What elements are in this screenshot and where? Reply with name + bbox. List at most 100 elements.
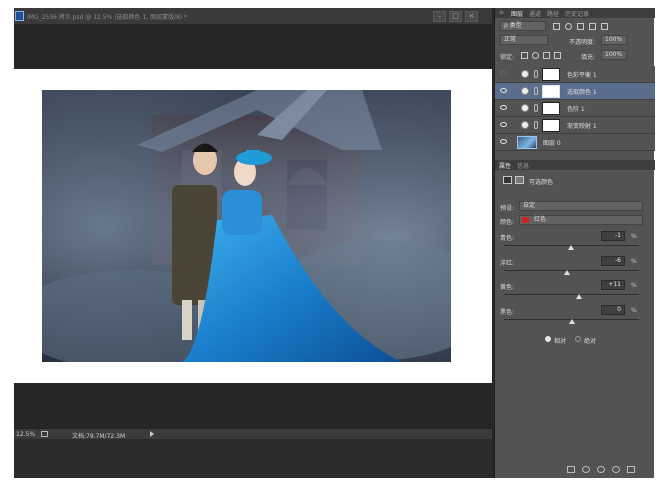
adjustment-layer-icon [521,70,529,78]
visibility-eye-icon[interactable] [500,105,507,110]
tab-info[interactable]: 信息 [517,161,529,170]
yellow-slider-track[interactable] [504,294,639,295]
reset-icon[interactable] [597,466,605,473]
wedding-photo [42,90,451,362]
trash-icon[interactable] [627,466,635,473]
document-tab[interactable]: IMG_2536 拷贝.psd @ 12.5% (选取颜色 1, 图层蒙版/8)… [14,8,492,25]
layer-mask-thumbnail[interactable] [542,68,560,81]
layer-name: 色彩平衡 1 [567,72,597,79]
cyan-slider-thumb[interactable] [567,245,574,250]
layer-name: 色阶 1 [567,106,585,113]
document-title: IMG_2536 拷贝.psd @ 12.5% (选取颜色 1, 图层蒙版/8)… [27,14,188,21]
layer-mask-thumbnail[interactable] [542,85,560,98]
export-icon[interactable] [41,431,48,437]
yellow-percent: % [631,282,637,289]
layer-row[interactable]: 色彩平衡 1 [495,66,655,83]
photoshop-window: IMG_2536 拷贝.psd @ 12.5% (选取颜色 1, 图层蒙版/8)… [14,8,655,478]
opacity-input[interactable]: 100% [601,35,627,45]
cyan-percent: % [631,233,637,240]
layer-name: 选取颜色 1 [567,89,597,96]
adjustment-layer-icon [521,104,529,112]
filter-smart-object-icon[interactable] [601,23,608,30]
colors-value: 红色 [534,216,547,223]
cyan-value-input[interactable]: -1 [601,231,625,241]
visibility-eye-icon[interactable] [500,122,507,127]
cyan-label: 青色: [500,235,515,242]
blend-mode-select[interactable]: 正常 [500,35,548,45]
toggle-visibility-icon[interactable] [612,466,620,473]
view-previous-icon[interactable] [582,466,590,473]
black-label: 黑色: [500,309,515,316]
magenta-percent: % [631,258,637,265]
properties-title: 可选颜色 [529,179,554,186]
visibility-eye-icon[interactable] [500,139,507,144]
magenta-slider-track[interactable] [504,270,639,271]
yellow-slider-thumb[interactable] [575,294,582,299]
absolute-label[interactable]: 绝对 [584,336,596,345]
lock-all-icon[interactable] [554,52,561,59]
layer-row[interactable]: 图层 0 [495,134,655,151]
colors-select[interactable]: 红色 [519,215,643,225]
mask-link-icon[interactable] [534,87,538,95]
adjustment-layer-icon [521,121,529,129]
clip-to-layer-icon[interactable] [567,466,575,473]
zoom-level[interactable]: 12.5% [16,431,35,438]
visibility-eye-icon[interactable] [500,88,507,93]
tab-layers[interactable]: 图层 [511,9,523,18]
magenta-slider-thumb[interactable] [564,270,571,275]
minimize-button[interactable]: – [433,11,446,22]
layer-row[interactable]: 渐变映射 1 [495,117,655,134]
fill-input[interactable]: 100% [601,50,627,60]
lock-transparent-icon[interactable] [521,52,528,59]
image-layer-thumbnail[interactable] [517,136,537,149]
tab-history[interactable]: 历史记录 [565,9,589,18]
maximize-button[interactable]: □ [449,11,462,22]
layer-mask-thumbnail[interactable] [542,102,560,115]
lock-image-icon[interactable] [532,52,539,59]
lock-position-icon[interactable] [543,52,550,59]
layer-mask-thumbnail[interactable] [542,119,560,132]
tab-channels[interactable]: 通道 [529,9,541,18]
fill-label: 填充: [581,54,596,61]
opacity-label: 不透明度: [569,39,596,46]
black-value-input[interactable]: 0 [601,305,625,315]
lock-label: 锁定: [500,54,515,61]
canvas-area[interactable] [14,25,492,428]
tab-paths[interactable]: 路径 [547,9,559,18]
colors-label: 颜色: [500,219,515,226]
filter-type-icon[interactable] [577,23,584,30]
red-swatch [522,217,529,223]
filter-adjustment-icon[interactable] [565,23,572,30]
relative-label[interactable]: 相对 [554,336,566,345]
right-panels: ≡ 图层 通道 路径 历史记录 ρ 类型 正常 不透明度: 100% 锁定: 填… [494,8,655,478]
mask-link-icon[interactable] [534,70,538,78]
magenta-value-input[interactable]: -6 [601,256,625,266]
tab-layers-prev[interactable]: ≡ [499,9,504,16]
mask-properties-icon[interactable] [515,176,524,184]
black-percent: % [631,307,637,314]
visibility-eye-icon[interactable] [500,71,507,76]
layer-filter-select[interactable]: ρ 类型 [500,21,546,31]
layer-row-selected[interactable]: 选取颜色 1 [495,83,655,100]
absolute-radio[interactable] [575,336,581,342]
relative-radio[interactable] [545,336,551,342]
tab-properties[interactable]: 属性 [499,161,511,170]
filter-shape-icon[interactable] [589,23,596,30]
preset-select[interactable]: 自定 [519,201,643,211]
filter-pixel-icon[interactable] [553,23,560,30]
yellow-value-input[interactable]: +11 [601,280,625,290]
properties-panel-tabs: 属性 信息 [495,160,655,170]
mask-link-icon[interactable] [534,121,538,129]
black-slider-thumb[interactable] [568,319,575,324]
layer-name: 图层 0 [543,140,561,147]
yellow-label: 黄色: [500,284,515,291]
magenta-label: 洋红: [500,260,515,267]
mask-link-icon[interactable] [534,104,538,112]
status-bar: 12.5% 文档:79.7M/72.3M [14,428,492,440]
close-button[interactable]: × [465,11,478,22]
layer-row[interactable]: 色阶 1 [495,100,655,117]
status-menu-arrow-icon[interactable] [150,431,154,437]
workspace-bottom [14,439,492,478]
psd-file-icon [15,11,24,21]
layer-name: 渐变映射 1 [567,123,597,130]
